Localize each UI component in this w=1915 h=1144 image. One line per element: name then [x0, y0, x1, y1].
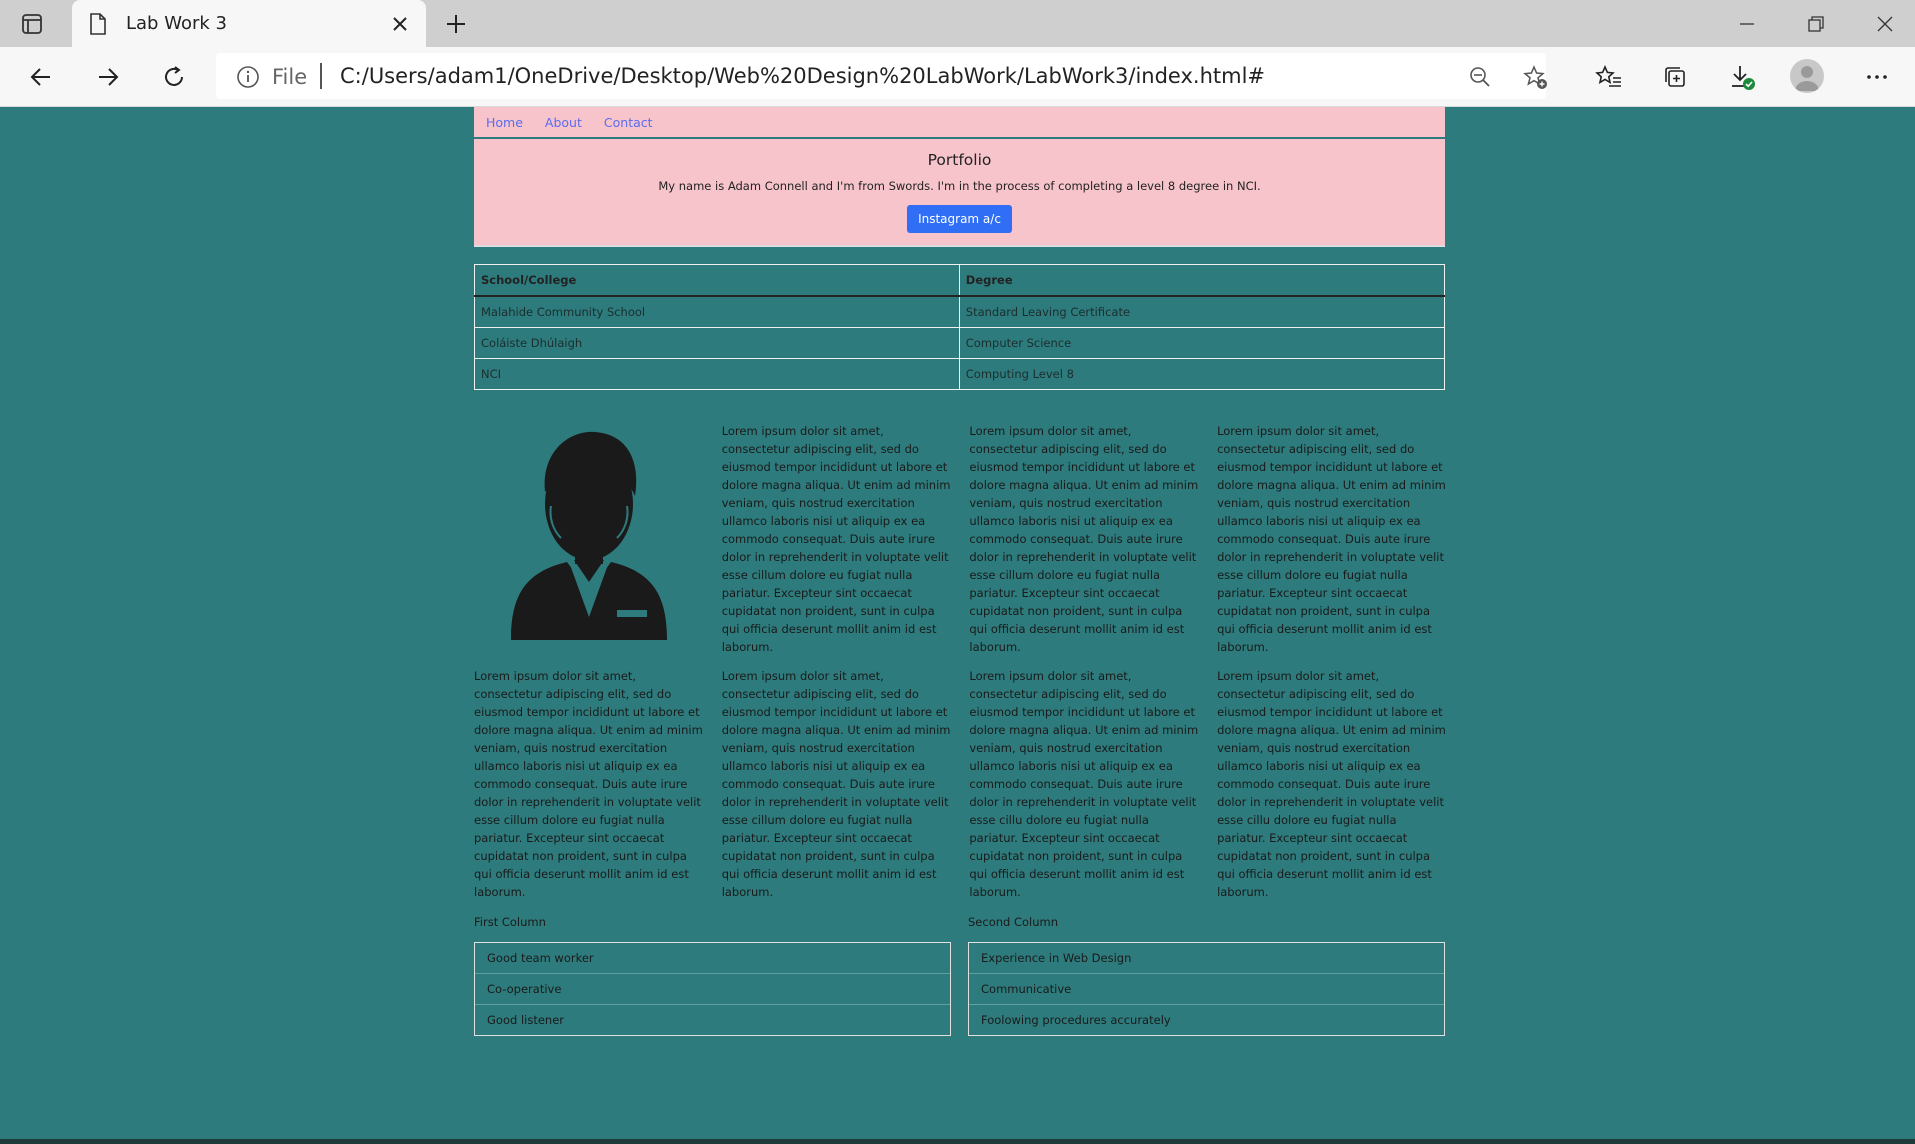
minimize-icon[interactable]: [1732, 10, 1762, 38]
address-scheme: File: [272, 65, 308, 89]
table-cell: Standard Leaving Certificate: [958, 295, 1446, 328]
nav-about[interactable]: About: [545, 115, 582, 130]
lorem-grid: Lorem ipsum dolor sit amet, consectetur …: [474, 422, 1446, 901]
plus-icon[interactable]: [442, 10, 470, 38]
first-column-title: First Column: [474, 915, 546, 929]
lorem-paragraph: Lorem ipsum dolor sit amet, consectetur …: [1217, 424, 1446, 654]
list-item: Good team worker: [487, 951, 594, 965]
table-cell: Computing Level 8: [958, 358, 1446, 390]
table-row: Malahide Community School Standard Leavi…: [474, 295, 1446, 328]
skills-lists: First Column Good team worker Co-operati…: [474, 915, 1445, 1036]
table-cell: Computer Science: [958, 327, 1446, 359]
hero: Portfolio My name is Adam Connell and I'…: [474, 139, 1445, 247]
browser-toolbar: File C:/Users/adam1/OneDrive/Desktop/Web…: [0, 47, 1915, 107]
second-column-title: Second Column: [968, 915, 1059, 929]
lorem-paragraph: Lorem ipsum dolor sit amet, consectetur …: [969, 669, 1199, 899]
person-avatar-icon: [474, 422, 704, 647]
second-list: Experience in Web Design Communicative F…: [968, 942, 1445, 1036]
hero-text: My name is Adam Connell and I'm from Swo…: [658, 179, 1261, 193]
list-item: Experience in Web Design: [981, 951, 1132, 965]
table-cell: Coláiste Dhúlaigh: [474, 327, 960, 359]
list-item: Communicative: [969, 973, 1444, 1004]
lorem-paragraph: Lorem ipsum dolor sit amet, consectetur …: [1217, 669, 1446, 899]
lorem-paragraph: Lorem ipsum dolor sit amet, consectetur …: [721, 424, 951, 654]
taskbar-strip: [0, 1139, 1915, 1144]
instagram-button[interactable]: Instagram a/c: [907, 205, 1012, 233]
tab-title: Lab Work 3: [126, 13, 227, 34]
info-icon[interactable]: [236, 65, 260, 89]
nav-contact[interactable]: Contact: [604, 115, 653, 130]
more-icon[interactable]: [1862, 62, 1892, 92]
table-row: NCI Computing Level 8: [474, 358, 1446, 390]
page-container: Home About Contact Portfolio My name is …: [474, 107, 1446, 1036]
table-header: School/College: [474, 264, 960, 297]
collections-icon[interactable]: [1660, 62, 1690, 92]
table-row: Coláiste Dhúlaigh Computer Science: [474, 327, 1446, 359]
table-header-row: School/College Degree: [474, 264, 1446, 297]
education-table: School/College Degree Malahide Community…: [474, 264, 1446, 390]
zoom-out-icon[interactable]: [1468, 65, 1492, 93]
back-icon[interactable]: [26, 62, 56, 92]
url-text[interactable]: C:/Users/adam1/OneDrive/Desktop/Web%20De…: [340, 64, 1265, 88]
lorem-paragraph: Lorem ipsum dolor sit amet, consectetur …: [969, 424, 1199, 654]
address-bar[interactable]: File C:/Users/adam1/OneDrive/Desktop/Web…: [216, 53, 1548, 99]
first-list: Good team worker Co-operative Good liste…: [474, 942, 951, 1036]
add-favorite-icon[interactable]: [1522, 64, 1548, 94]
close-icon[interactable]: [388, 12, 412, 36]
browser-tab[interactable]: Lab Work 3: [72, 0, 426, 47]
restore-icon[interactable]: [1801, 10, 1831, 38]
lorem-paragraph: Lorem ipsum dolor sit amet, consectetur …: [474, 669, 703, 899]
navbar: Home About Contact: [474, 107, 1445, 137]
table-cell: Malahide Community School: [474, 295, 960, 328]
hero-title: Portfolio: [927, 151, 992, 169]
list-item: Co-operative: [475, 973, 950, 1004]
lorem-paragraph: Lorem ipsum dolor sit amet, consectetur …: [721, 669, 951, 899]
nav-home[interactable]: Home: [486, 115, 523, 130]
list-item: Good listener: [475, 1004, 950, 1035]
tab-actions-icon[interactable]: [20, 12, 44, 36]
favorites-icon[interactable]: [1594, 62, 1624, 92]
list-item: Foolowing procedures accurately: [969, 1004, 1444, 1035]
table-cell: NCI: [474, 358, 960, 390]
downloads-icon[interactable]: [1727, 62, 1757, 92]
page-icon: [88, 12, 110, 36]
address-separator: [320, 63, 322, 89]
refresh-icon[interactable]: [159, 62, 189, 92]
first-column: First Column Good team worker Co-operati…: [474, 915, 951, 1036]
profile-icon[interactable]: [1790, 59, 1824, 93]
table-header: Degree: [958, 264, 1446, 297]
close-window-icon[interactable]: [1870, 10, 1900, 38]
tab-bar: Lab Work 3: [0, 0, 1915, 47]
second-column: Second Column Experience in Web Design C…: [968, 915, 1445, 1036]
forward-icon[interactable]: [93, 62, 123, 92]
